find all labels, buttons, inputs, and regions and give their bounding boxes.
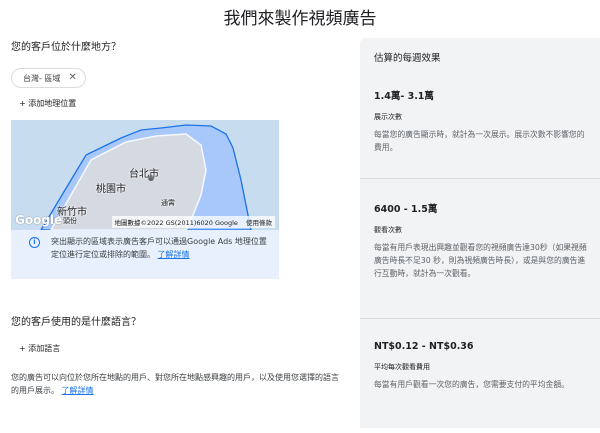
estimates-panel: 估算的每週效果 1.4萬- 3.1萬 展示次數 每當您的廣告顯示時，就計為一次展… xyxy=(360,38,600,428)
divider xyxy=(360,178,600,179)
location-chip[interactable]: 台灣- 區域 ✕ xyxy=(11,68,86,88)
google-logo: Google xyxy=(15,213,63,227)
map-attribution-text: 地圖數據©2022 GS(2011)6020 Google xyxy=(114,219,238,227)
metric-desc: 每當有用戶觀看一次您的廣告，您需要支付的平均金額。 xyxy=(374,380,569,389)
metric-cpv: NT$0.12 - NT$0.36 平均每次觀看費用 每當有用戶觀看一次您的廣告… xyxy=(374,341,588,391)
targeting-column: 您的客戶位於什麼地方？ 台灣- 區域 ✕ + 添加地理位置 台北市 桃園市 新竹… xyxy=(11,38,341,395)
metric-views: 6400 - 1.5萬 觀看次數 每當有用戶表現出興趣並觀看您的視頻廣告達30秒… xyxy=(374,201,588,280)
language-heading: 您的客戶使用的是什麼語言？ xyxy=(11,317,141,328)
metric-value: 6400 - 1.5萬 xyxy=(374,204,438,215)
add-location-button[interactable]: + 添加地理位置 xyxy=(19,98,341,109)
metric-value: NT$0.12 - NT$0.36 xyxy=(374,341,474,352)
metric-impressions: 1.4萬- 3.1萬 展示次數 每當您的廣告顯示時，就計為一次展示。展示次數不影… xyxy=(374,88,588,154)
close-icon[interactable]: ✕ xyxy=(68,73,76,83)
divider xyxy=(360,318,600,319)
info-icon: i xyxy=(29,237,40,248)
location-chip-label: 台灣- 區域 xyxy=(23,73,61,83)
language-note-text: 您的廣告可以向位於您所在地點的用戶、對您所在地點感興趣的用戶，以及使用您選擇的語… xyxy=(11,373,339,395)
info-banner: i 突出顯示的區域表示廣告客戶可以通過Google Ads 地理位置定位進行定位… xyxy=(11,230,279,279)
metric-label: 平均每次觀看費用 xyxy=(374,363,430,371)
location-heading: 您的客戶位於什麼地方？ xyxy=(11,42,121,53)
map-label-other: 通霄 xyxy=(161,199,175,207)
map-attribution: 地圖數據©2022 GS(2011)6020 Google 使用條款 xyxy=(111,216,275,228)
map-label-toufen: 頭份 xyxy=(63,217,77,225)
metric-label: 展示次數 xyxy=(374,113,402,121)
metric-desc: 每當有用戶表現出興趣並觀看您的視頻廣告達30秒（如果視頻廣告時長不足30 秒，則… xyxy=(374,243,587,278)
metric-label: 觀看次數 xyxy=(374,226,402,234)
estimates-title: 估算的每週效果 xyxy=(374,53,441,64)
map[interactable]: 台北市 桃園市 新竹市 頭份 通霄 Google 地圖數據©2022 GS(20… xyxy=(11,120,279,230)
map-label-taoyuan: 桃園市 xyxy=(96,184,126,195)
language-note: 您的廣告可以向位於您所在地點的用戶、對您所在地點感興趣的用戶，以及使用您選擇的語… xyxy=(11,371,341,397)
metric-value: 1.4萬- 3.1萬 xyxy=(374,91,434,102)
add-language-button[interactable]: + 添加語言 xyxy=(19,343,60,354)
language-learn-more-link[interactable]: 了解詳情 xyxy=(62,386,94,395)
info-learn-more-link[interactable]: 了解詳情 xyxy=(158,250,190,259)
page-title: 我們來製作視頻廣告 xyxy=(223,9,377,29)
metric-desc: 每當您的廣告顯示時，就計為一次展示。展示次數不影響您的費用。 xyxy=(374,130,585,152)
map-label-taipei: 台北市 xyxy=(129,169,159,180)
map-terms-link[interactable]: 使用條款 xyxy=(246,219,272,227)
